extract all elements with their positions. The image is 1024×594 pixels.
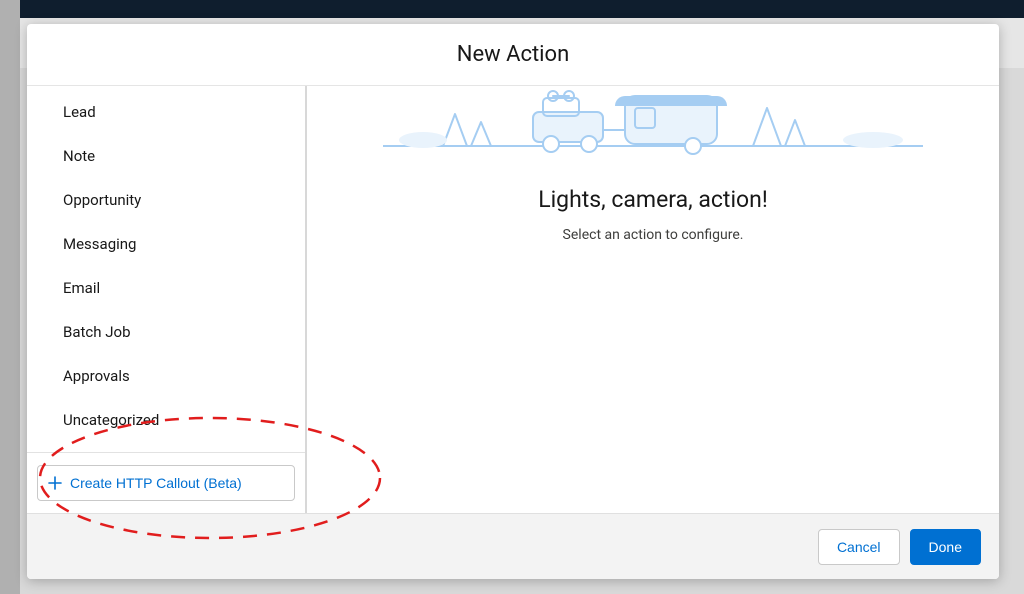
- sidebar-item-label: Messaging: [63, 235, 136, 253]
- modal-footer: Cancel Done: [27, 513, 999, 579]
- app-topbar-behind: [20, 0, 1024, 18]
- new-action-modal: New Action Lead Note Opportunity Messagi…: [27, 24, 999, 579]
- create-button-label: Create HTTP Callout (Beta): [70, 475, 242, 491]
- sidebar-item-label: Batch Job: [63, 323, 131, 341]
- cancel-button[interactable]: Cancel: [818, 529, 900, 565]
- sidebar-item-label: Note: [63, 147, 95, 165]
- sidebar-item-label: Uncategorized: [63, 411, 159, 429]
- sidebar-item-opportunity[interactable]: Opportunity: [27, 178, 305, 222]
- sidebar-item-batch-job[interactable]: Batch Job: [27, 310, 305, 354]
- sidebar-item-label: Approvals: [63, 367, 130, 385]
- sidebar-item-label: Opportunity: [63, 191, 141, 209]
- empty-state-subtitle: Select an action to configure.: [563, 227, 744, 243]
- empty-state-title: Lights, camera, action!: [538, 186, 768, 213]
- sidebar-list[interactable]: Lead Note Opportunity Messaging Email Ba…: [27, 86, 305, 452]
- sidebar-item-approvals[interactable]: Approvals: [27, 354, 305, 398]
- sidebar-item-email[interactable]: Email: [27, 266, 305, 310]
- modal-body: Lead Note Opportunity Messaging Email Ba…: [27, 86, 999, 513]
- sidebar-item-note[interactable]: Note: [27, 134, 305, 178]
- sidebar-item-lead[interactable]: Lead: [27, 90, 305, 134]
- action-category-sidebar: Lead Note Opportunity Messaging Email Ba…: [27, 86, 307, 513]
- sidebar-item-messaging[interactable]: Messaging: [27, 222, 305, 266]
- sidebar-footer: Create HTTP Callout (Beta): [27, 452, 305, 513]
- sidebar-item-label: Email: [63, 279, 100, 297]
- sidebar-item-label: Lead: [63, 103, 96, 121]
- create-http-callout-button[interactable]: Create HTTP Callout (Beta): [37, 465, 295, 501]
- empty-state-illustration: [383, 86, 923, 158]
- modal-title: New Action: [457, 42, 569, 67]
- modal-header: New Action: [27, 24, 999, 86]
- done-button[interactable]: Done: [910, 529, 981, 565]
- sidebar-item-uncategorized[interactable]: Uncategorized: [27, 398, 305, 442]
- plus-icon: [48, 476, 62, 490]
- modal-content: Lights, camera, action! Select an action…: [307, 86, 999, 513]
